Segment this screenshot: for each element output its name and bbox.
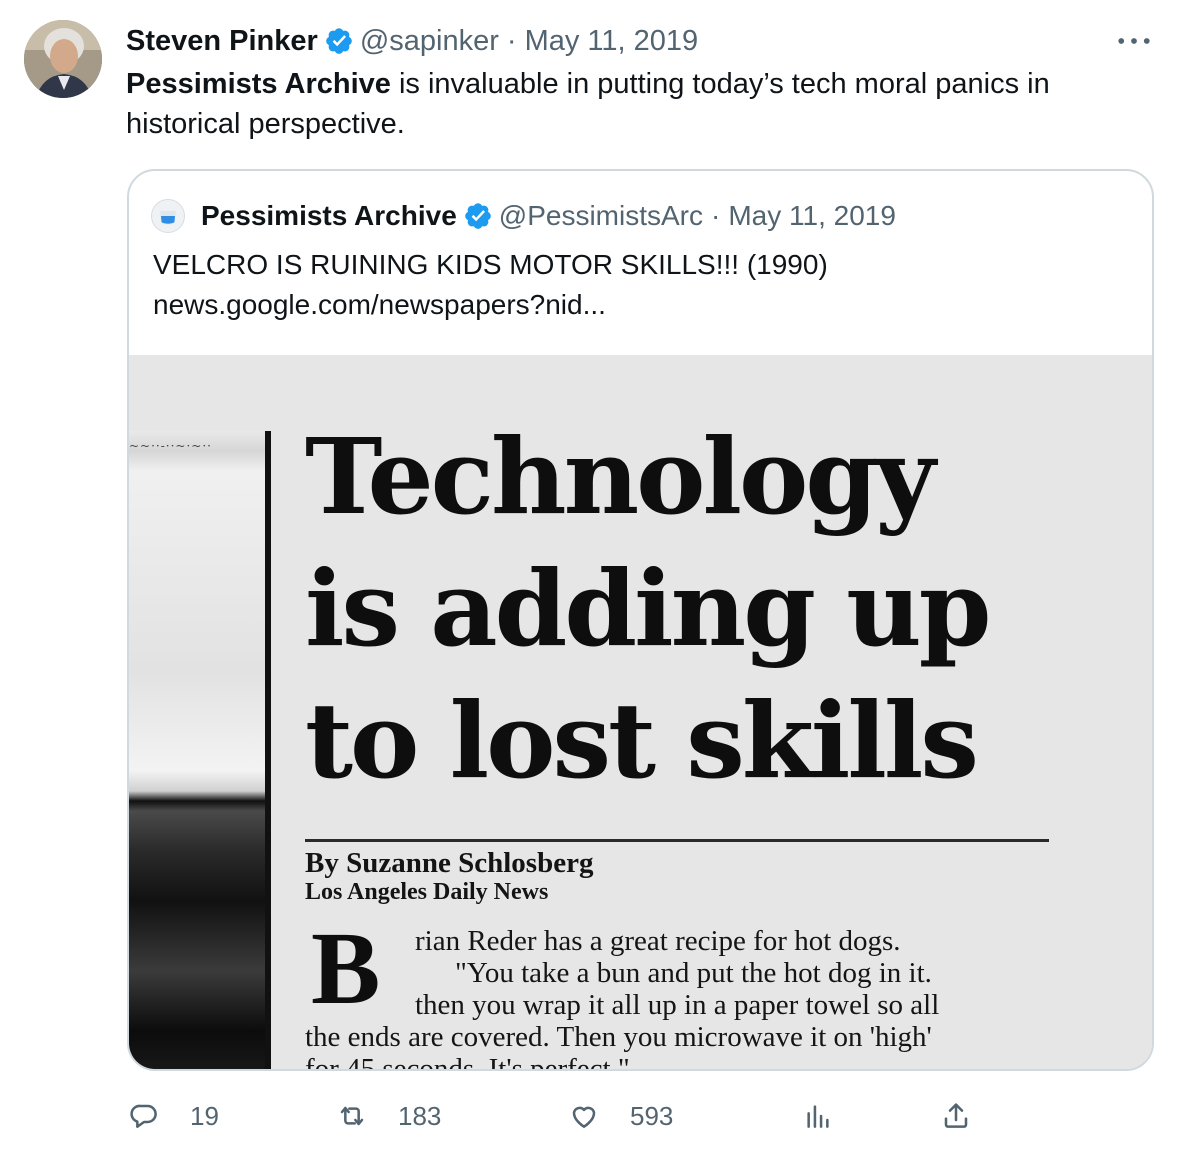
share-button[interactable] [940, 1094, 972, 1138]
like-icon [568, 1100, 600, 1132]
quoted-link[interactable]: news.google.com/newspapers?nid... [153, 285, 1133, 325]
views-button[interactable] [802, 1094, 834, 1138]
headline-line: to lost skills [305, 679, 979, 802]
scan-left-column [129, 431, 269, 1069]
reply-count: 19 [190, 1100, 219, 1131]
newspaper-headline: Technology is adding up to lost skills [305, 411, 1125, 807]
quoted-text-line: VELCRO IS RUINING KIDS MOTOR SKILLS!!! (… [153, 249, 828, 280]
verified-badge-icon [324, 26, 354, 56]
tweet-date[interactable]: May 11, 2019 [525, 25, 699, 58]
share-icon [940, 1100, 972, 1132]
tweet-header: Steven Pinker @sapinker · May 11, 2019 [126, 22, 698, 60]
article-line: for 45 seconds. It's perfect." [305, 1053, 630, 1071]
quoted-author-avatar [151, 199, 185, 233]
retweet-button[interactable]: 183 [336, 1094, 441, 1138]
quoted-tweet[interactable]: Pessimists Archive @PessimistsArc · May … [127, 169, 1154, 1071]
quoted-tweet-header: Pessimists Archive @PessimistsArc · May … [151, 199, 896, 233]
quoted-author-name: Pessimists Archive [201, 200, 457, 231]
byline-rule [305, 839, 1049, 842]
author-name[interactable]: Steven Pinker [126, 25, 318, 58]
article-line: "You take a bun and put the hot dog in i… [455, 957, 932, 989]
headline-line: Technology [305, 415, 936, 538]
author-avatar[interactable] [24, 20, 102, 98]
tweet-text-bold: Pessimists Archive [126, 68, 391, 100]
reply-icon [128, 1100, 160, 1132]
like-button[interactable]: 593 [568, 1094, 673, 1138]
article-line: the ends are covered. Then you microwave… [305, 1021, 932, 1053]
more-icon[interactable] [1114, 24, 1154, 58]
drop-cap: B [311, 911, 381, 1026]
scan-noise: ~~··-··~·~·· [129, 439, 212, 453]
scan-column-rule [265, 431, 271, 1069]
retweet-icon [336, 1100, 368, 1132]
tweet-actions: 19 183 593 [126, 1094, 1006, 1138]
newspaper-clipping-image[interactable]: ~~··-··~·~·· Technology is adding up to … [129, 355, 1152, 1071]
tweet-card: Steven Pinker @sapinker · May 11, 2019 P… [0, 0, 1186, 1154]
verified-badge-icon [463, 201, 493, 231]
views-icon [802, 1100, 834, 1132]
quoted-author-handle: @PessimistsArc [498, 200, 703, 231]
like-count: 593 [630, 1100, 674, 1131]
newspaper-byline: By Suzanne Schlosberg [305, 847, 594, 879]
quoted-header-separator: · [711, 200, 721, 231]
article-line: rian Reder has a great recipe for hot do… [415, 925, 901, 957]
header-separator: · [506, 24, 517, 57]
quoted-tweet-date: May 11, 2019 [728, 200, 896, 231]
headline-line: is adding up [305, 547, 991, 670]
author-handle[interactable]: @sapinker [360, 25, 499, 58]
quoted-tweet-text: VELCRO IS RUINING KIDS MOTOR SKILLS!!! (… [153, 245, 1133, 325]
reply-button[interactable]: 19 [128, 1094, 219, 1138]
article-line: then you wrap it all up in a paper towel… [415, 989, 940, 1021]
retweet-count: 183 [398, 1100, 442, 1131]
tweet-text: Pessimists Archive is invaluable in putt… [126, 64, 1136, 144]
newspaper-source: Los Angeles Daily News [305, 879, 549, 905]
